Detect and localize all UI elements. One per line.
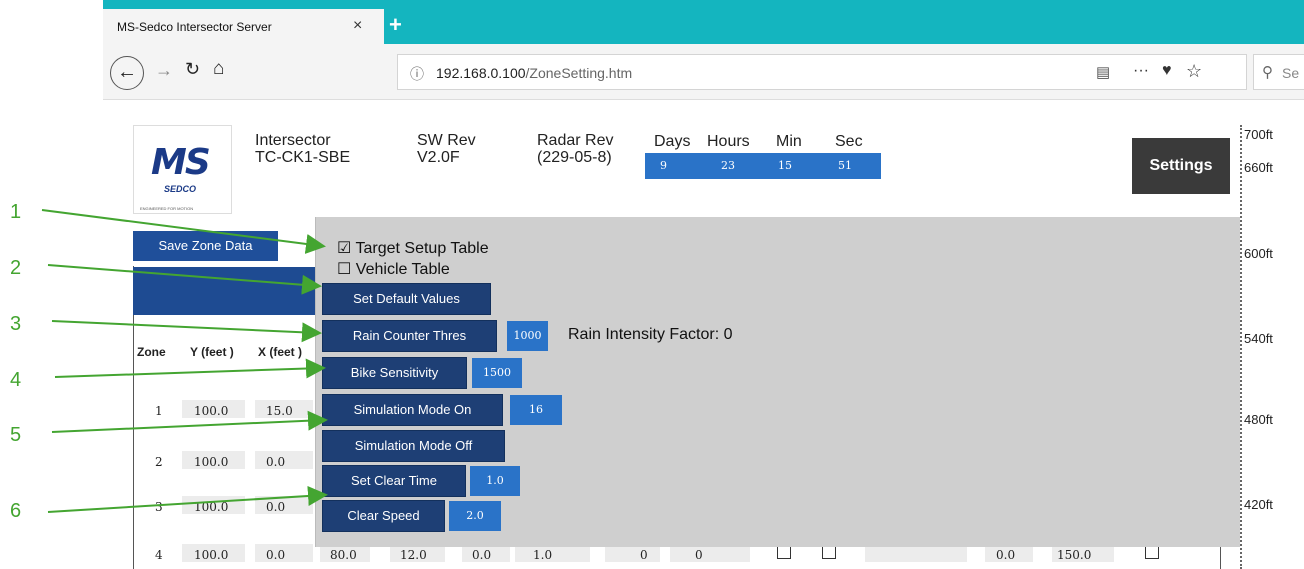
annotation-label-1: 1 <box>10 201 22 223</box>
annotation-label-4: 4 <box>10 369 22 391</box>
annotation-arrow-2 <box>47 264 322 295</box>
annotation-label-5: 5 <box>10 424 22 446</box>
annotation-arrow-6 <box>47 486 328 513</box>
annotation-label-3: 3 <box>10 313 22 335</box>
annotation-arrow-1 <box>41 209 326 254</box>
annotation-arrow-4 <box>54 358 326 379</box>
annotation-arrow-3 <box>51 320 322 343</box>
annotation-arrow-5 <box>51 410 328 433</box>
annotation-label-2: 2 <box>10 257 22 279</box>
annotation-arrows <box>41 209 328 513</box>
annotation-label-6: 6 <box>10 500 22 522</box>
